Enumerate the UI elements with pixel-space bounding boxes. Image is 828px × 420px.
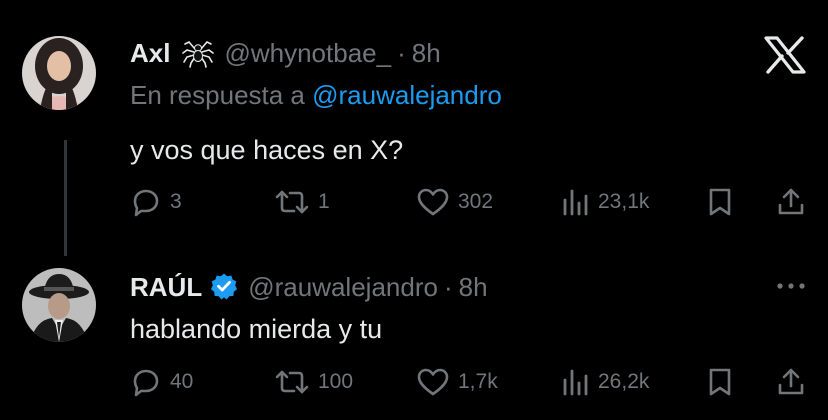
handle[interactable]: @whynotbae_ (224, 38, 391, 68)
repost-icon (275, 370, 309, 394)
reply-button[interactable]: 40 (130, 366, 193, 398)
avatar[interactable] (22, 268, 96, 342)
separator-dot: · (443, 272, 453, 302)
share-button[interactable] (775, 366, 807, 398)
post-header: RAÚL @rauwalejandro · 8h (130, 268, 488, 303)
timestamp[interactable]: 8h (412, 38, 441, 68)
post-header: Axl @whynotbae_ · 8h (130, 30, 441, 69)
like-count: 302 (458, 190, 494, 213)
spider-emoji-icon (182, 36, 215, 73)
share-icon (778, 368, 804, 395)
reply-context: En respuesta a @rauwalejandro (130, 80, 502, 111)
post-text: y vos que haces en X? (130, 135, 404, 165)
avatar[interactable] (22, 36, 96, 110)
display-name[interactable]: RAÚL (130, 272, 202, 303)
reply-mention-link[interactable]: @rauwalejandro (312, 80, 502, 110)
reply-prefix: En respuesta a (130, 80, 305, 110)
post-text: hablando mierda y tu (130, 314, 383, 344)
like-button[interactable]: 1,7k (416, 366, 498, 398)
share-button[interactable] (775, 186, 807, 218)
repost-button[interactable]: 100 (274, 366, 353, 398)
timestamp[interactable]: 8h (459, 272, 488, 302)
share-icon (778, 188, 804, 215)
repost-button[interactable]: 1 (274, 186, 330, 218)
bookmark-icon (709, 188, 731, 216)
bookmark-button[interactable] (705, 366, 735, 398)
verified-badge-icon (210, 272, 238, 305)
handle[interactable]: @rauwalejandro (248, 272, 438, 302)
x-logo-icon[interactable] (764, 36, 806, 79)
analytics-icon (563, 189, 588, 216)
bookmark-icon (709, 368, 731, 396)
repost-count: 100 (318, 370, 354, 393)
more-horizontal-icon (777, 283, 805, 289)
display-name[interactable]: Axl (130, 38, 170, 69)
repost-icon (275, 190, 309, 214)
views-button[interactable]: 23,1k (560, 186, 649, 218)
action-bar: 3 1 302 23,1k (130, 186, 810, 222)
repost-count: 1 (318, 190, 330, 213)
analytics-icon (563, 369, 588, 396)
reply-count: 40 (170, 370, 194, 393)
like-button[interactable]: 302 (416, 186, 493, 218)
heart-icon (417, 188, 449, 216)
views-count: 23,1k (598, 190, 650, 213)
reply-icon (133, 189, 159, 217)
heart-icon (417, 368, 449, 396)
reply-icon (133, 369, 159, 397)
handle-time: @rauwalejandro · 8h (248, 272, 487, 303)
handle-time: @whynotbae_ · 8h (224, 38, 440, 69)
separator-dot: · (397, 38, 406, 68)
reply-count: 3 (170, 190, 182, 213)
action-bar: 40 100 1,7k 26,2k (130, 366, 810, 402)
reply-button[interactable]: 3 (130, 186, 182, 218)
thread-line (64, 140, 67, 256)
views-button[interactable]: 26,2k (560, 366, 649, 398)
views-count: 26,2k (598, 370, 650, 393)
bookmark-button[interactable] (705, 186, 735, 218)
more-options-button[interactable] (776, 278, 806, 296)
like-count: 1,7k (458, 370, 498, 393)
